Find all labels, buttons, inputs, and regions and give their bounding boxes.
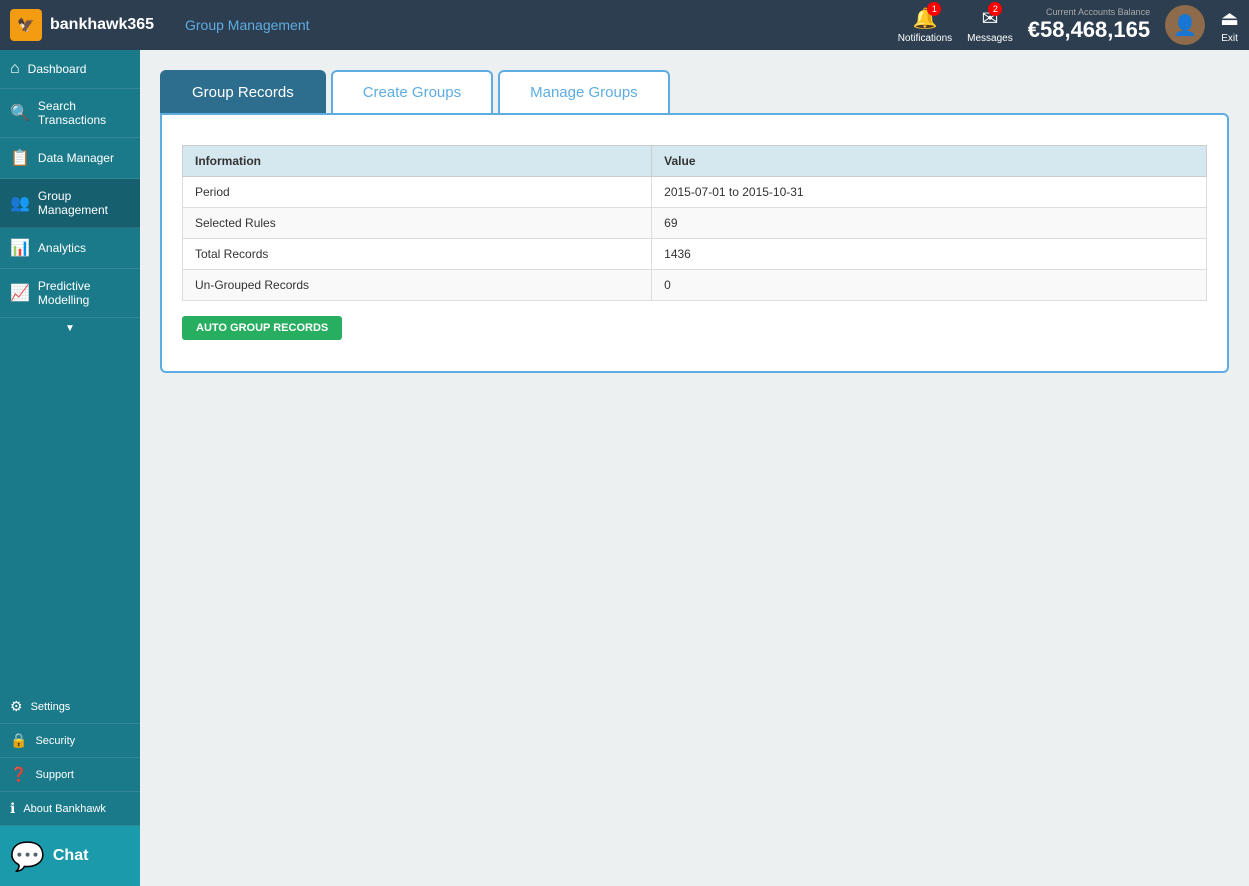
chat-label: Chat: [53, 847, 89, 865]
logo-text: bankhawk365: [50, 16, 154, 34]
tab-manage-groups[interactable]: Manage Groups: [498, 70, 670, 113]
table-row: Un-Grouped Records 0: [183, 270, 1207, 301]
security-icon: 🔒: [10, 732, 27, 749]
notifications-button[interactable]: 🔔 1 Notifications: [898, 6, 952, 44]
main-content: Group Records Create Groups Manage Group…: [140, 50, 1249, 886]
row-ungrouped-records-label: Un-Grouped Records: [183, 270, 652, 301]
header-right: 🔔 1 Notifications ✉ 2 Messages Current A…: [898, 5, 1239, 45]
sidebar-label-predictive-modelling: Predictive Modelling: [38, 279, 130, 307]
sidebar-item-about[interactable]: ℹ About Bankhawk: [0, 792, 140, 826]
avatar[interactable]: 👤: [1165, 5, 1205, 45]
row-selected-rules-label: Selected Rules: [183, 208, 652, 239]
sidebar-label-security: Security: [35, 735, 75, 747]
sidebar-label-support: Support: [35, 769, 74, 781]
col-header-value: Value: [652, 146, 1207, 177]
table-row: Selected Rules 69: [183, 208, 1207, 239]
sidebar-label-settings: Settings: [31, 701, 71, 713]
table-row: Period 2015-07-01 to 2015-10-31: [183, 177, 1207, 208]
sidebar-item-support[interactable]: ❓ Support: [0, 758, 140, 792]
messages-badge: 2: [988, 2, 1002, 16]
group-management-icon: 👥: [10, 193, 30, 213]
home-icon: ⌂: [10, 60, 20, 78]
settings-icon: ⚙: [10, 698, 23, 715]
sidebar-bottom: ⚙ Settings 🔒 Security ❓ Support ℹ About …: [0, 690, 140, 826]
group-records-table: Information Value Period 2015-07-01 to 2…: [182, 145, 1207, 301]
notifications-badge: 1: [927, 2, 941, 16]
logo-area: 🦅 bankhawk365: [10, 9, 170, 41]
sidebar-item-data-manager[interactable]: 📋 Data Manager: [0, 138, 140, 179]
sidebar-item-search-transactions[interactable]: 🔍 Search Transactions: [0, 89, 140, 138]
sidebar: ⌂ Dashboard 🔍 Search Transactions 📋 Data…: [0, 50, 140, 886]
sidebar-item-analytics[interactable]: 📊 Analytics: [0, 228, 140, 269]
row-total-records-label: Total Records: [183, 239, 652, 270]
dropdown-arrow: ▼: [0, 318, 140, 339]
balance-label: Current Accounts Balance: [1046, 7, 1150, 17]
predictive-modelling-icon: 📈: [10, 283, 30, 303]
messages-label: Messages: [967, 33, 1013, 44]
page-title: Group Management: [185, 17, 310, 33]
tab-group-records[interactable]: Group Records: [160, 70, 326, 113]
notifications-label: Notifications: [898, 33, 952, 44]
layout: ⌂ Dashboard 🔍 Search Transactions 📋 Data…: [0, 50, 1249, 886]
sidebar-label-about: About Bankhawk: [23, 803, 106, 815]
analytics-icon: 📊: [10, 238, 30, 258]
data-manager-icon: 📋: [10, 148, 30, 168]
exit-icon: ⏏: [1220, 6, 1239, 31]
tabs: Group Records Create Groups Manage Group…: [160, 70, 1229, 113]
about-icon: ℹ: [10, 800, 15, 817]
sidebar-label-data-manager: Data Manager: [38, 151, 114, 165]
table-row: Total Records 1436: [183, 239, 1207, 270]
chat-button[interactable]: 💬 Chat: [0, 826, 140, 886]
support-icon: ❓: [10, 766, 27, 783]
exit-button[interactable]: ⏏ Exit: [1220, 6, 1239, 44]
row-selected-rules-value: 69: [652, 208, 1207, 239]
row-period-value: 2015-07-01 to 2015-10-31: [652, 177, 1207, 208]
tab-create-groups[interactable]: Create Groups: [331, 70, 493, 113]
row-total-records-value: 1436: [652, 239, 1207, 270]
sidebar-item-group-management[interactable]: 👥 Group Management: [0, 179, 140, 228]
balance-number: 58,468,165: [1040, 17, 1150, 42]
exit-label: Exit: [1221, 33, 1238, 44]
sidebar-item-security[interactable]: 🔒 Security: [0, 724, 140, 758]
chat-icon: 💬: [10, 840, 45, 873]
tab-panel-group-records: Information Value Period 2015-07-01 to 2…: [160, 113, 1229, 373]
balance-value: €58,468,165: [1028, 17, 1150, 43]
sidebar-item-predictive-modelling[interactable]: 📈 Predictive Modelling: [0, 269, 140, 318]
header: 🦅 bankhawk365 Group Management 🔔 1 Notif…: [0, 0, 1249, 50]
logo-icon: 🦅: [10, 9, 42, 41]
search-icon: 🔍: [10, 103, 30, 123]
sidebar-item-settings[interactable]: ⚙ Settings: [0, 690, 140, 724]
col-header-information: Information: [183, 146, 652, 177]
sidebar-label-analytics: Analytics: [38, 241, 86, 255]
row-ungrouped-records-value: 0: [652, 270, 1207, 301]
row-period-label: Period: [183, 177, 652, 208]
balance-area: Current Accounts Balance €58,468,165: [1028, 7, 1150, 43]
sidebar-label-group-management: Group Management: [38, 189, 130, 217]
sidebar-label-dashboard: Dashboard: [28, 62, 87, 76]
balance-currency: €: [1028, 17, 1040, 42]
auto-group-records-button[interactable]: AUTO GROUP RECORDS: [182, 316, 342, 340]
messages-button[interactable]: ✉ 2 Messages: [967, 6, 1013, 44]
sidebar-item-dashboard[interactable]: ⌂ Dashboard: [0, 50, 140, 89]
sidebar-label-search-transactions: Search Transactions: [38, 99, 130, 127]
